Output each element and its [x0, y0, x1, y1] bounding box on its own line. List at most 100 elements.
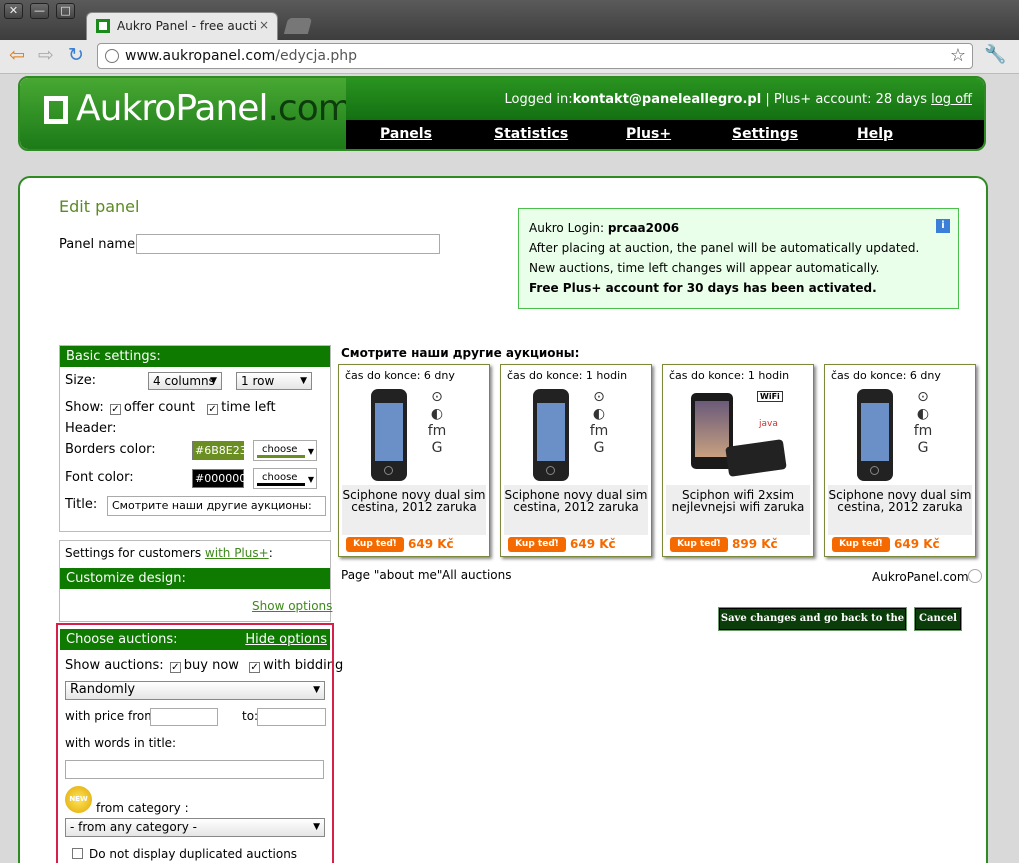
choose-label: choose [262, 472, 298, 483]
logo[interactable]: AukroPanel.com [20, 78, 353, 149]
title-label: Title: [65, 497, 98, 512]
header-label: Header: [65, 421, 117, 436]
auction-time: čas do konce: 6 dny [831, 369, 941, 382]
menu-help[interactable]: Help [857, 126, 893, 142]
chevron-down-icon: ▼ [307, 447, 314, 456]
info-icon[interactable]: i [936, 219, 950, 233]
font-color-picker[interactable]: choose ▼ [253, 468, 317, 489]
new-tab-button[interactable] [283, 18, 313, 34]
auction-card[interactable]: čas do konce: 6 dny ⊙ ◐ fm G Sciphone novy … [824, 364, 976, 557]
auction-name[interactable]: Sciphone novy dual sim cestina, 2012 zar… [828, 485, 972, 535]
account-info: | Plus+ account: 28 days [761, 92, 932, 107]
globe-icon [105, 49, 119, 63]
chevron-down-icon: ▼ [210, 376, 217, 386]
fm-icon: fm [427, 423, 447, 439]
panel-name-label: Panel name: [59, 237, 140, 252]
buy-now-button[interactable]: Kup teď! [346, 537, 404, 552]
browser-tab-active[interactable]: Aukro Panel - free auction × [86, 12, 278, 40]
auction-price: 899 Kč [732, 537, 778, 551]
user-email: kontakt@paneleallegro.pl [572, 92, 762, 107]
chevron-down-icon: ▼ [307, 475, 314, 484]
google-icon: G [917, 440, 929, 456]
google-icon: G [593, 440, 605, 456]
phone-image: ⊙ ◐ fm G [849, 385, 949, 483]
chevron-down-icon: ▼ [300, 376, 307, 386]
scrollbar[interactable] [1004, 74, 1019, 863]
auction-name[interactable]: Sciphone novy dual sim cestina, 2012 zar… [504, 485, 648, 535]
user-bar: Logged in:kontakt@paneleallegro.pl | Plu… [346, 78, 984, 120]
site-header: AukroPanel.com Logged in:kontakt@panelea… [18, 76, 986, 151]
font-color-label: Font color: [65, 470, 134, 485]
app-icon: ◐ [430, 406, 444, 422]
forward-icon[interactable]: ⇨ [38, 44, 54, 66]
offer-count-checkbox[interactable]: ✓ [109, 404, 121, 415]
auction-card[interactable]: čas do konce: 1 hodin ⊙ ◐ fm G Sciphone nov… [500, 364, 652, 557]
buy-now-button[interactable]: Kup teď! [832, 537, 890, 552]
java-icon: java [759, 419, 778, 429]
window-maximize-button[interactable]: □ [56, 3, 75, 19]
buy-now-button[interactable]: Kup teď! [508, 537, 566, 552]
menu-settings[interactable]: Settings [732, 126, 798, 142]
cancel-button[interactable]: Cancel [914, 607, 962, 631]
menu-plus[interactable]: Plus+ [626, 126, 671, 142]
main-menu: Panels Statistics Plus+ Settings Help [346, 120, 984, 149]
login-value: prcaa2006 [607, 221, 680, 235]
auction-name[interactable]: Sciphon wifi 2xsim nejlevnejsi wifi zaru… [666, 485, 810, 535]
offer-count-label: offer count [123, 400, 195, 415]
borders-color-label: Borders color: [65, 442, 156, 457]
choose-label: choose [262, 444, 298, 455]
about-me-link[interactable]: Page "about me" [341, 568, 442, 582]
title-input[interactable]: Смотрите наши другие аукционы: [107, 496, 326, 516]
panel-name-input[interactable] [136, 234, 440, 254]
auction-name[interactable]: Sciphone novy dual sim cestina, 2012 zar… [342, 485, 486, 535]
brand-link[interactable]: AukroPanel.com [872, 570, 969, 584]
colon: : [268, 546, 273, 560]
size-label: Size: [65, 373, 97, 388]
font-color-input[interactable]: #000000 [192, 469, 246, 488]
app-icon: ⊙ [593, 389, 605, 405]
auction-card[interactable]: čas do konce: 6 dny ⊙ ◐ fm G Sciphone novy … [338, 364, 490, 557]
logout-link[interactable]: log off [931, 92, 972, 107]
borders-color-picker[interactable]: choose ▼ [253, 440, 317, 461]
app-icon: ◐ [592, 406, 606, 422]
window-minimize-button[interactable]: — [30, 3, 49, 19]
url-domain: www.aukropanel.com [125, 48, 276, 64]
address-bar[interactable]: www.aukropanel.com/edycja.php ☆ [97, 43, 973, 69]
rows-value: 1 row [241, 374, 275, 388]
app-icon: ⊙ [917, 389, 929, 405]
phone-image: ⊙ ◐ fm G [525, 385, 625, 483]
auction-price: 649 Kč [408, 537, 454, 551]
auction-card[interactable]: čas do konce: 1 hodin WiFi java Sciphon … [662, 364, 814, 557]
rows-select[interactable]: 1 row ▼ [236, 372, 312, 390]
time-left-checkbox[interactable]: ✓ [207, 404, 219, 415]
highlight-box [56, 623, 334, 863]
phone-icon [857, 389, 893, 481]
bookmark-star-icon[interactable]: ☆ [950, 45, 966, 66]
info-box: Aukro Login: prcaa2006 After placing at … [518, 208, 959, 309]
with-plus-link[interactable]: with Plus+ [205, 546, 269, 560]
menu-statistics[interactable]: Statistics [494, 126, 568, 142]
wrench-icon[interactable]: 🔧 [984, 44, 1006, 65]
info-line1: After placing at auction, the panel will… [529, 241, 920, 275]
show-options-link[interactable]: Show options [252, 599, 332, 613]
app-icon: ◐ [916, 406, 930, 422]
reload-icon[interactable]: ↻ [68, 44, 84, 66]
save-button[interactable]: Save changes and go back to the list [718, 607, 907, 644]
columns-select[interactable]: 4 columns ▼ [148, 372, 222, 390]
all-auctions-link[interactable]: All auctions [442, 568, 512, 582]
back-icon[interactable]: ⇦ [9, 44, 25, 66]
borders-color-input[interactable]: #6B8E23 [192, 441, 247, 460]
customer-settings-text: Settings for customers [65, 546, 205, 560]
buy-now-button[interactable]: Kup teď! [670, 537, 728, 552]
window-close-button[interactable]: ✕ [4, 3, 23, 19]
tab-close-icon[interactable]: × [259, 18, 269, 32]
menu-panels[interactable]: Panels [380, 126, 432, 142]
favicon-icon [96, 19, 110, 33]
info-line2: Free Plus+ account for 30 days has been … [529, 281, 877, 295]
time-left-label: time left [221, 400, 276, 415]
color-swatch [257, 483, 305, 486]
customize-design-header: Customize design: [60, 568, 330, 589]
phone-image: WiFi java [687, 385, 787, 483]
auction-price: 649 Kč [570, 537, 616, 551]
phone-icon [371, 389, 407, 481]
